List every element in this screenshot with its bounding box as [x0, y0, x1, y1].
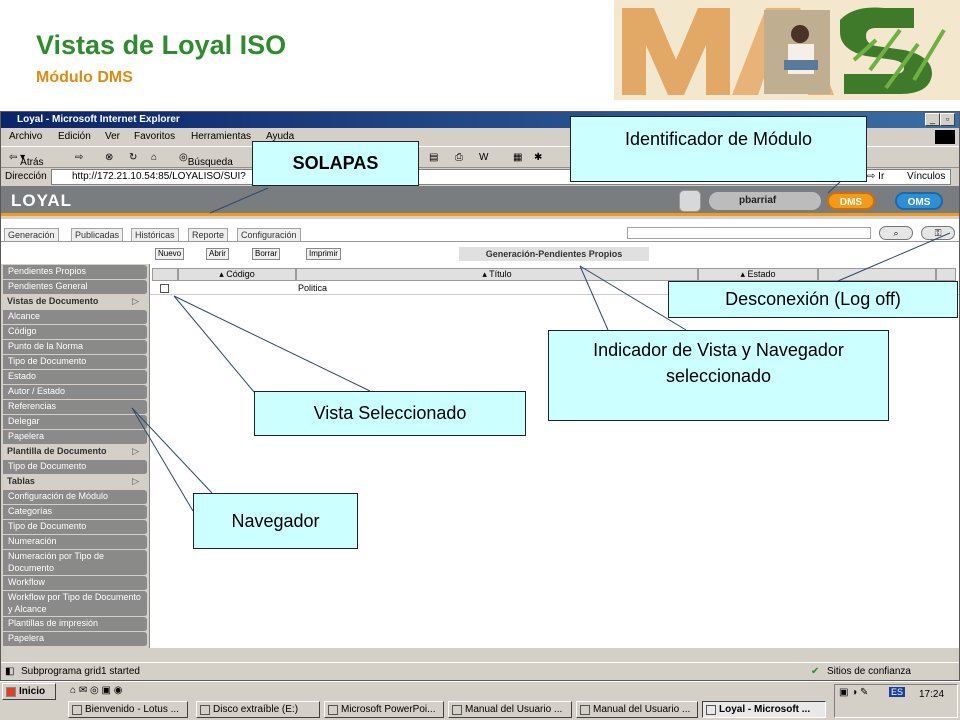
slide: Vistas de Loyal ISO Módulo DMS Loyal - M… — [0, 0, 960, 720]
callout-navigator: Navegador — [193, 493, 358, 549]
callout-solapas: SOLAPAS — [252, 141, 419, 186]
callout-logoff: Desconexión (Log off) — [668, 281, 958, 318]
callout-view-selected: Vista Seleccionado — [254, 391, 526, 436]
callout-view-indicator: Indicador de Vista y Navegador seleccion… — [548, 330, 889, 421]
callout-module-id: Identificador de Módulo — [570, 116, 867, 182]
